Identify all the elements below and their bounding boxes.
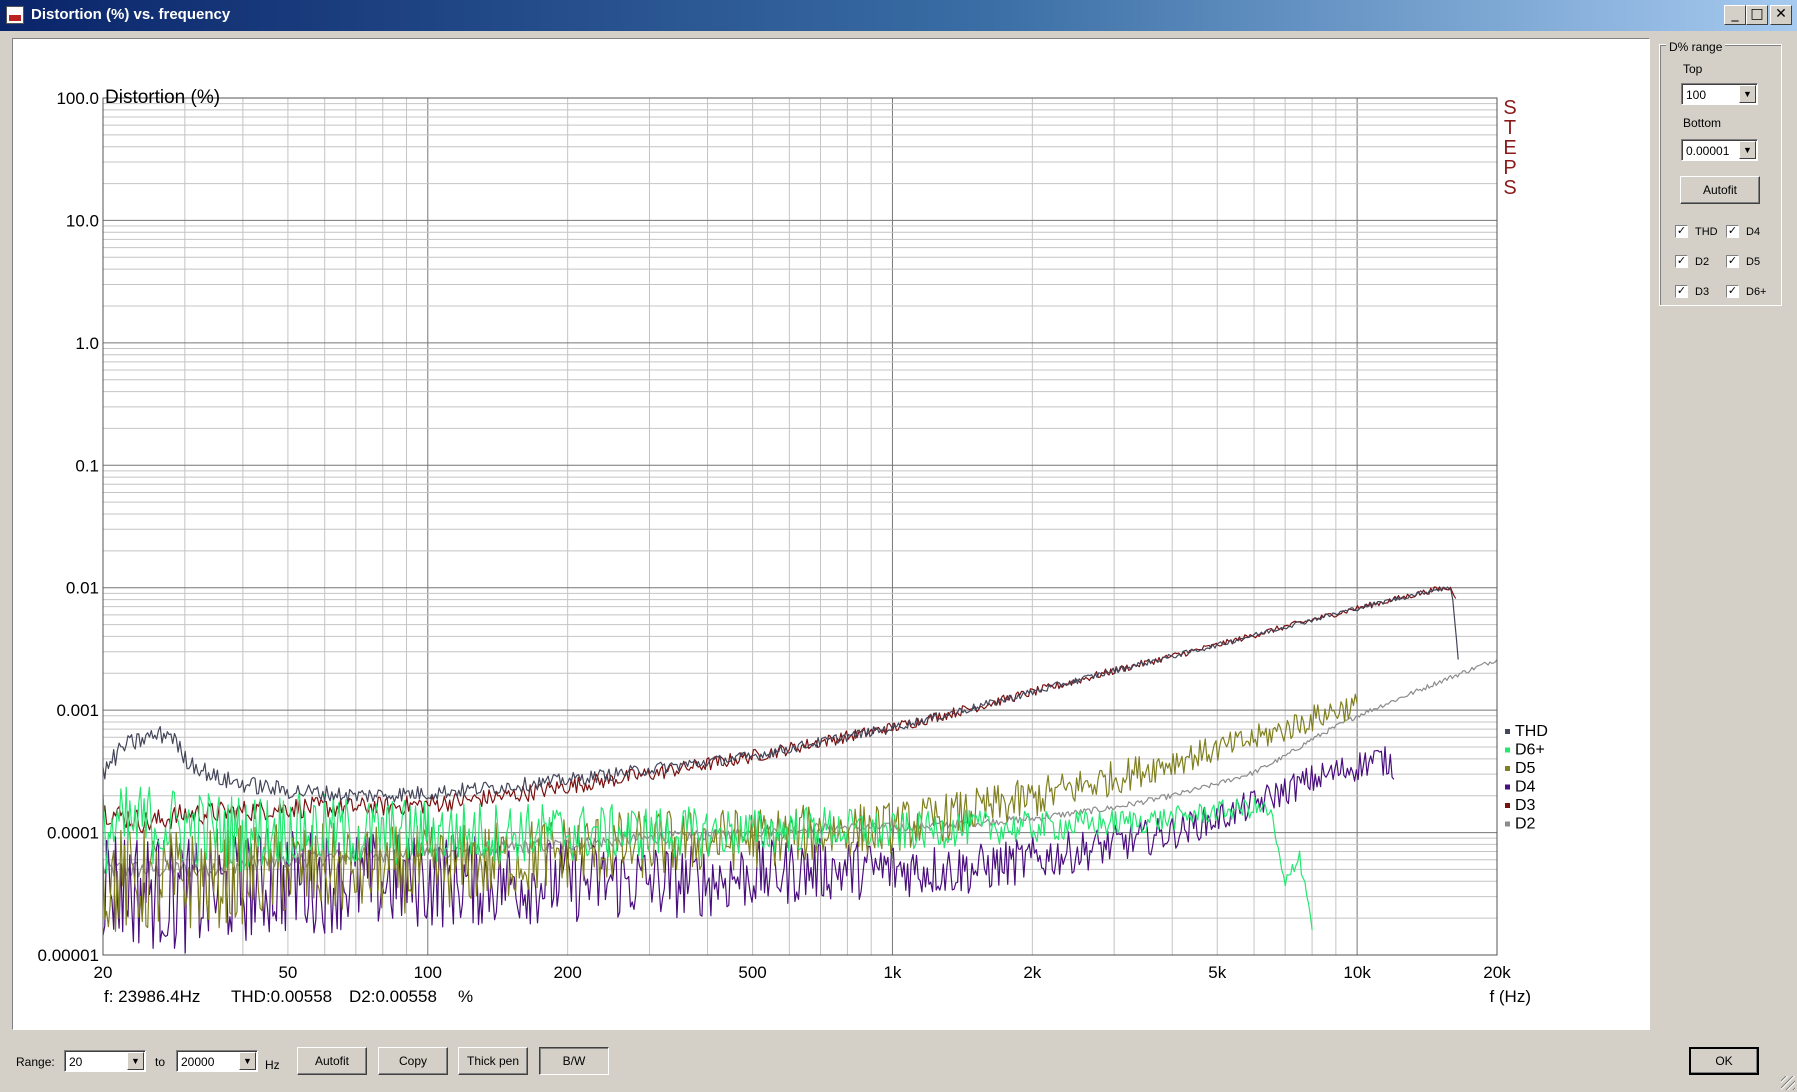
legend-swatch (1505, 747, 1510, 753)
readout-unit: % (458, 987, 473, 1006)
y-tick-label: 0.00001 (38, 946, 99, 965)
x-tick-label: 20k (1483, 963, 1511, 982)
legend-label: D3 (1515, 797, 1536, 814)
d3-checkbox-label: D3 (1695, 286, 1710, 298)
resize-grip-icon[interactable] (1781, 1076, 1795, 1090)
legend: THD D6+D5 D4D3 D2 (1505, 723, 1548, 833)
chevron-down-icon[interactable]: ▼ (1739, 85, 1756, 103)
thd-checkbox[interactable]: ✓ (1675, 225, 1688, 238)
y-tick-labels: 100.0 10.0 1.0 0.1 0.01 0.001 0.0001 0.00001 (38, 89, 99, 965)
legend-label: D5 (1515, 760, 1536, 777)
top-label: Top (1683, 62, 1703, 76)
watermark-letter: E (1503, 137, 1516, 159)
legend-label: D4 (1515, 779, 1536, 796)
copy-button[interactable]: Copy (378, 1047, 448, 1075)
y-tick-label: 0.01 (66, 579, 99, 598)
x-tick-label: 10k (1343, 963, 1371, 982)
range-from-select[interactable]: 20 ▼ (64, 1050, 146, 1072)
top-range-select[interactable]: 100 ▼ (1681, 83, 1758, 105)
legend-swatch (1505, 729, 1510, 734)
watermark-letter: S (1503, 177, 1516, 199)
d2-checkbox-label: D2 (1695, 256, 1710, 268)
x-tick-label: 100 (414, 963, 442, 982)
top-range-value: 100 (1686, 88, 1707, 102)
d5-checkbox[interactable]: ✓ (1726, 255, 1739, 268)
d5-checkbox-label: D5 (1746, 256, 1761, 268)
autofit-button[interactable]: Autofit (297, 1047, 367, 1075)
x-tick-labels: 20 50 100 200 500 1k 2k 5k 10k 20k (94, 963, 1512, 982)
d6plus-checkbox[interactable]: ✓ (1726, 285, 1739, 298)
steps-watermark: STEPS (1503, 97, 1516, 199)
readout-d2: D2:0.00558 (349, 987, 437, 1006)
range-unit-label: Hz (265, 1058, 280, 1072)
readout-frequency: f: 23986.4Hz (104, 987, 200, 1006)
y-axis-label: Distortion (%) (105, 87, 220, 108)
range-label: Range: (16, 1055, 55, 1069)
y-tick-label: 100.0 (56, 89, 99, 108)
thd-checkbox-label: THD (1695, 226, 1718, 238)
distortion-chart[interactable]: 20 50 100 200 500 1k 2k 5k 10k 20k 100.0 10.0 1.0 0.… (13, 39, 1649, 1029)
chevron-down-icon[interactable]: ▼ (1739, 141, 1756, 159)
window-title: Distortion (%) vs. frequency (31, 6, 231, 23)
close-button[interactable]: ✕ (1770, 5, 1792, 25)
legend-swatch (1505, 766, 1510, 771)
x-tick-label: 2k (1023, 963, 1041, 982)
bottom-range-value: 0.00001 (1686, 144, 1730, 158)
x-tick-label: 5k (1208, 963, 1226, 982)
title-bar: Distortion (%) vs. frequency _ □ ✕ (0, 0, 1797, 31)
watermark-letter: S (1503, 97, 1516, 119)
y-tick-label: 0.001 (56, 701, 99, 720)
legend-swatch (1505, 803, 1510, 808)
maximize-button[interactable]: □ (1746, 5, 1768, 25)
d3-checkbox[interactable]: ✓ (1675, 285, 1688, 298)
app-icon (6, 6, 24, 24)
range-to-select[interactable]: 20000 ▼ (176, 1050, 258, 1072)
chevron-down-icon[interactable]: ▼ (239, 1052, 256, 1070)
y-tick-label: 0.1 (75, 456, 99, 475)
legend-swatch (1505, 784, 1510, 790)
watermark-letter: P (1503, 157, 1516, 179)
x-tick-label: 1k (883, 963, 901, 982)
x-tick-label: 20 (94, 963, 113, 982)
y-tick-label: 0.0001 (47, 824, 99, 843)
series-line-d4 (102, 746, 1395, 954)
d4-checkbox-label: D4 (1746, 226, 1761, 238)
legend-label: D2 (1515, 816, 1536, 833)
bottom-range-select[interactable]: 0.00001 ▼ (1681, 139, 1758, 161)
legend-swatch (1505, 821, 1510, 827)
d4-checkbox[interactable]: ✓ (1726, 225, 1739, 238)
y-tick-label: 10.0 (66, 211, 99, 230)
bottom-label: Bottom (1683, 116, 1722, 130)
bw-toggle-button[interactable]: B/W (539, 1047, 609, 1075)
thick-pen-button[interactable]: Thick pen (458, 1047, 528, 1075)
x-tick-label: 500 (738, 963, 766, 982)
readout-thd: THD:0.00558 (231, 987, 332, 1006)
range-to-value: 20000 (181, 1055, 215, 1069)
y-tick-label: 1.0 (75, 334, 99, 353)
watermark-letter: T (1504, 117, 1516, 139)
ok-button[interactable]: OK (1689, 1047, 1759, 1075)
chevron-down-icon[interactable]: ▼ (127, 1052, 144, 1070)
x-axis-label: f (Hz) (1489, 987, 1531, 1006)
range-from-value: 20 (69, 1055, 83, 1069)
range-autofit-button[interactable]: Autofit (1680, 176, 1760, 204)
range-to-label: to (155, 1055, 166, 1069)
x-tick-label: 200 (553, 963, 581, 982)
x-tick-label: 50 (278, 963, 297, 982)
d6plus-checkbox-label: D6+ (1746, 286, 1767, 298)
d-range-group-title: D% range (1666, 40, 1726, 54)
d2-checkbox[interactable]: ✓ (1675, 255, 1688, 268)
series-lines (102, 586, 1498, 954)
minimize-button[interactable]: _ (1724, 5, 1746, 25)
legend-label: THD (1515, 723, 1548, 740)
legend-label: D6+ (1515, 742, 1545, 759)
